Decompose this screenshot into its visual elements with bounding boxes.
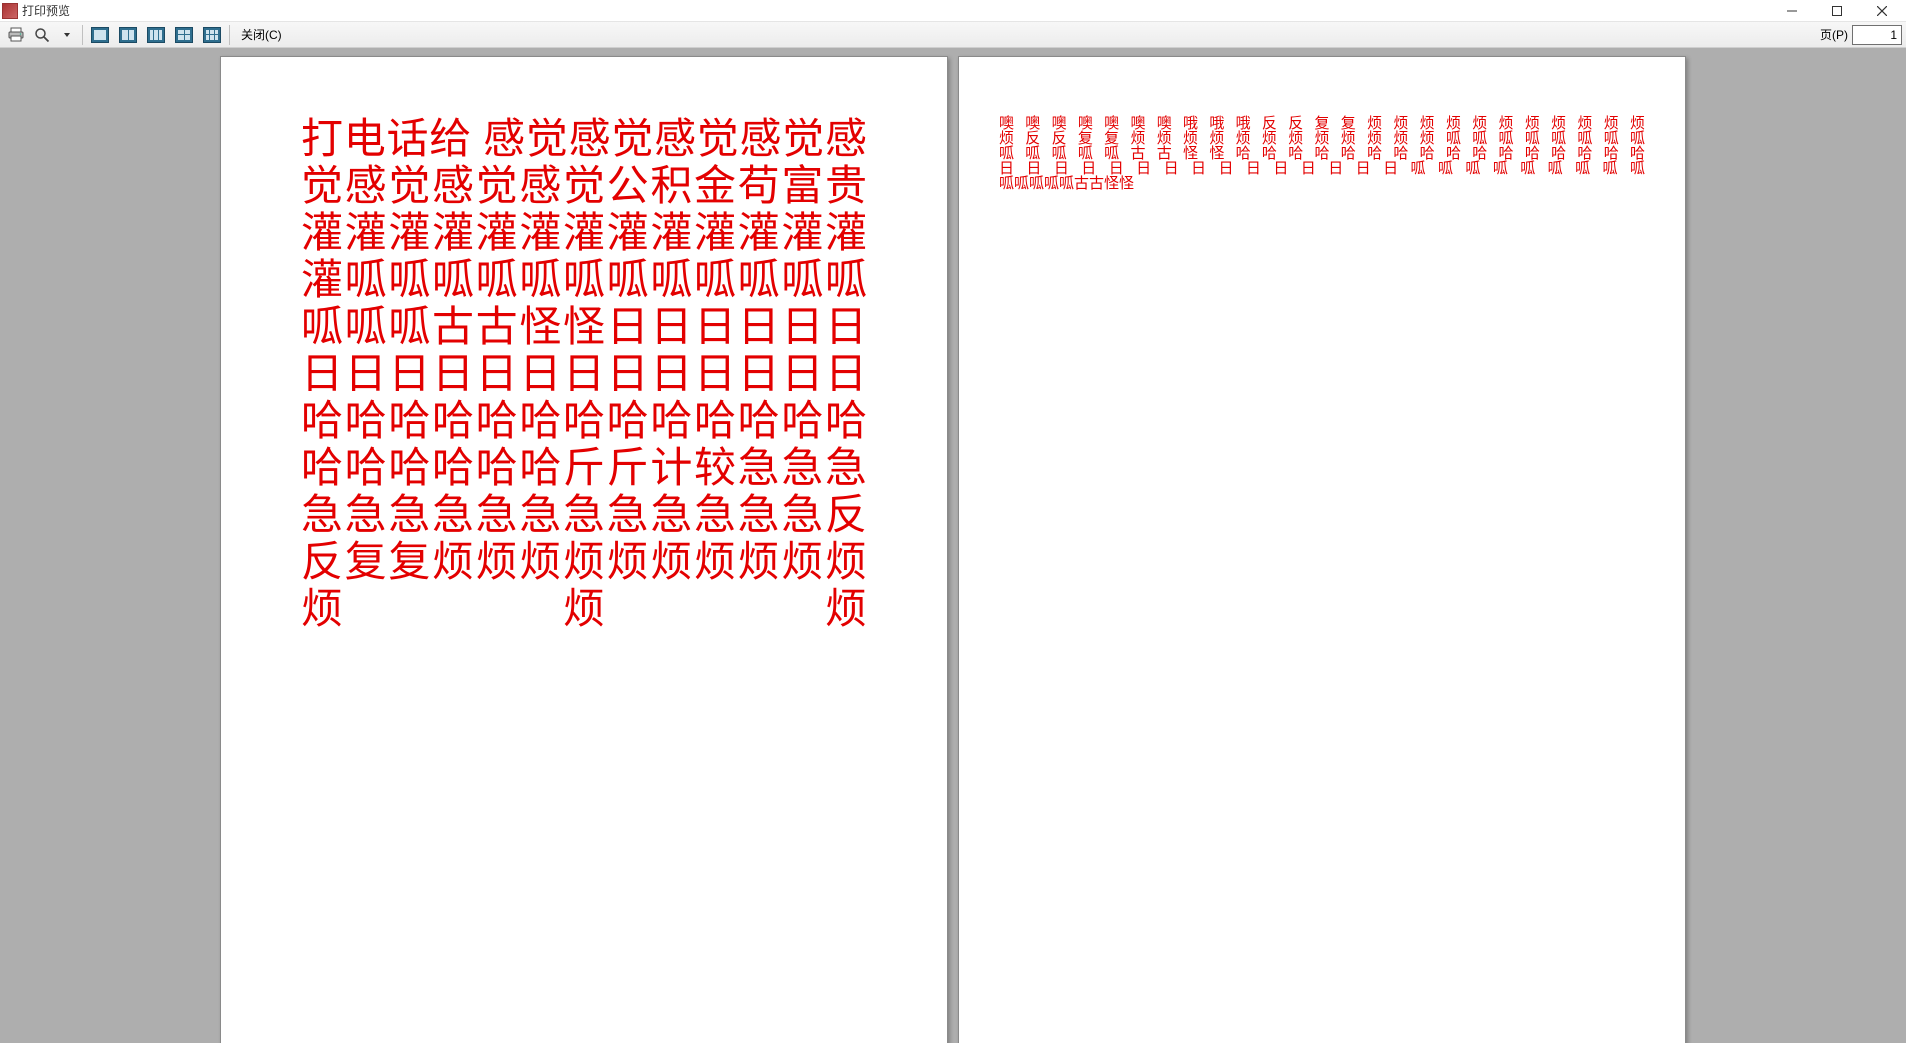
print-button[interactable] (4, 24, 28, 46)
layout-6-icon (203, 27, 221, 43)
page-number-input[interactable] (1852, 25, 1902, 45)
close-preview-label: 关闭(C) (241, 26, 282, 43)
layout-4-button[interactable] (171, 24, 197, 46)
layout-3-icon (147, 27, 165, 43)
chevron-down-icon (64, 33, 70, 37)
layout-1-button[interactable] (87, 24, 113, 46)
layout-2-icon (119, 27, 137, 43)
page-1-text: 打电话给 感觉感觉感觉感觉感觉感觉感觉感觉公积金苟富贵灌灌灌灌灌灌灌灌灌灌灌灌灌… (301, 117, 867, 634)
titlebar: 打印预览 (0, 0, 1906, 22)
zoom-dropdown[interactable] (56, 24, 78, 46)
layout-4-icon (175, 27, 193, 43)
toolbar-separator (82, 25, 83, 45)
close-window-button[interactable] (1859, 0, 1904, 22)
page-1-content: 打电话给 感觉感觉感觉感觉感觉感觉感觉感觉公积金苟富贵灌灌灌灌灌灌灌灌灌灌灌灌灌… (301, 117, 867, 995)
toolbar-separator-2 (229, 25, 230, 45)
window-title: 打印预览 (22, 2, 70, 19)
print-icon (8, 27, 24, 43)
preview-page-2: 噢噢噢噢噢噢噢哦哦哦反反复复烦烦烦烦烦烦烦烦烦烦烦烦反反复复烦烦烦烦烦烦烦烦烦烦… (958, 56, 1686, 1043)
zoom-button[interactable] (30, 24, 54, 46)
toolbar: 关闭(C) 页(P) (0, 22, 1906, 48)
page-2-text: 噢噢噢噢噢噢噢哦哦哦反反复复烦烦烦烦烦烦烦烦烦烦烦烦反反复复烦烦烦烦烦烦烦烦烦烦… (999, 117, 1645, 192)
layout-3-button[interactable] (143, 24, 169, 46)
magnifier-icon (34, 27, 50, 43)
layout-1-icon (91, 27, 109, 43)
layout-2-button[interactable] (115, 24, 141, 46)
preview-page-1: 打电话给 感觉感觉感觉感觉感觉感觉感觉感觉公积金苟富贵灌灌灌灌灌灌灌灌灌灌灌灌灌… (220, 56, 948, 1043)
minimize-button[interactable] (1769, 0, 1814, 22)
minimize-icon (1787, 6, 1797, 16)
maximize-button[interactable] (1814, 0, 1859, 22)
page-label: 页(P) (1820, 26, 1848, 43)
app-icon (2, 3, 18, 19)
close-preview-button[interactable]: 关闭(C) (234, 24, 289, 46)
close-icon (1877, 6, 1887, 16)
preview-workspace[interactable]: 打电话给 感觉感觉感觉感觉感觉感觉感觉感觉公积金苟富贵灌灌灌灌灌灌灌灌灌灌灌灌灌… (0, 48, 1906, 1043)
maximize-icon (1832, 6, 1842, 16)
page-2-content: 噢噢噢噢噢噢噢哦哦哦反反复复烦烦烦烦烦烦烦烦烦烦烦烦反反复复烦烦烦烦烦烦烦烦烦烦… (999, 117, 1645, 995)
layout-6-button[interactable] (199, 24, 225, 46)
toolbar-right: 页(P) (1820, 25, 1902, 45)
